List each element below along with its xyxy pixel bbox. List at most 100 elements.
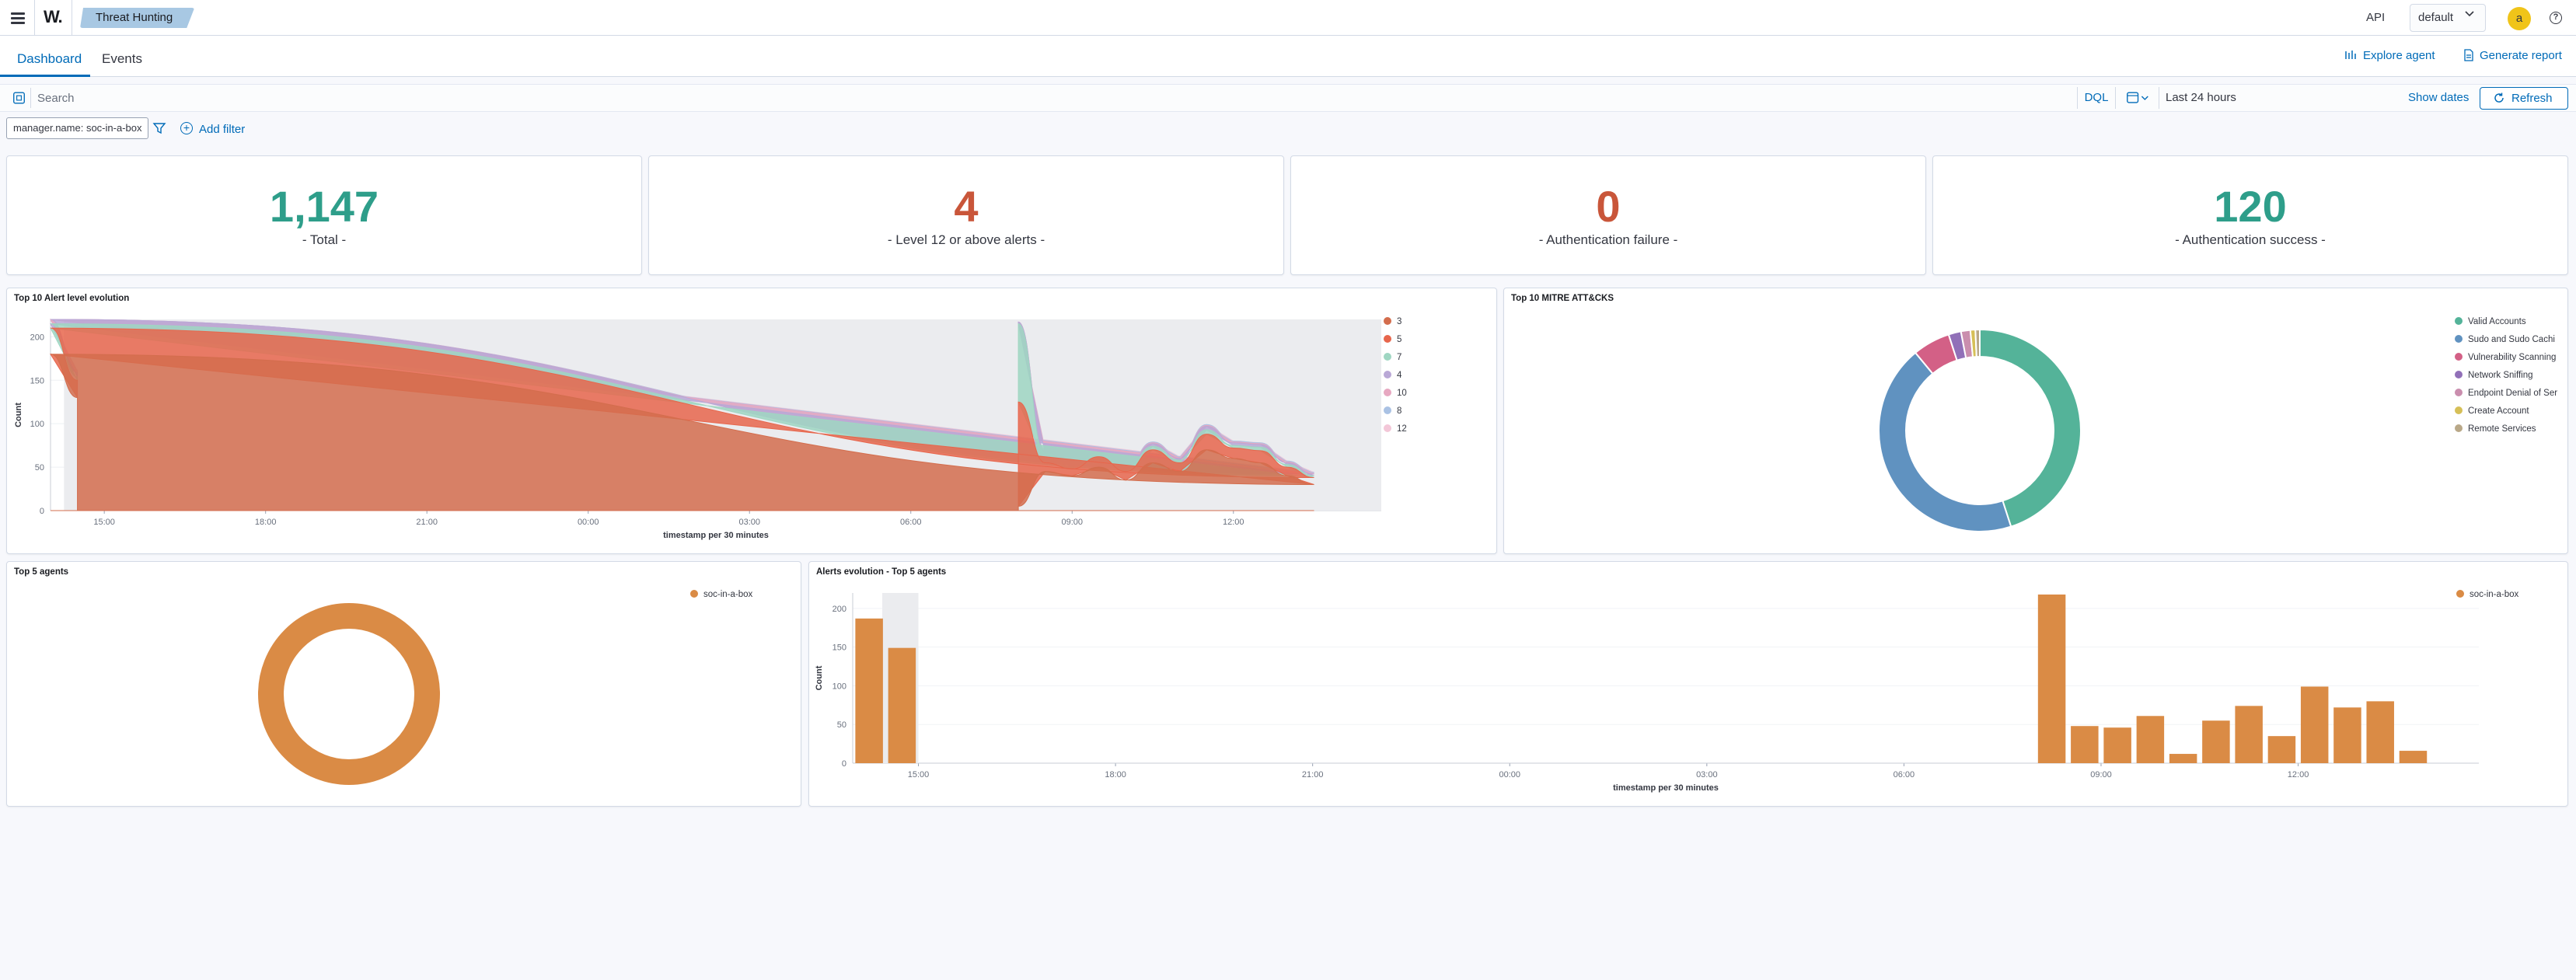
bar[interactable]	[2399, 751, 2428, 763]
legend-swatch[interactable]	[1384, 335, 1391, 343]
legend-swatch[interactable]	[690, 590, 698, 598]
legend-label[interactable]: Network Sniffing	[2468, 371, 2533, 380]
tab-events[interactable]: Events	[102, 51, 142, 67]
metric-label: - Level 12 or above alerts -	[887, 232, 1045, 247]
legend-label[interactable]: Create Account	[2468, 406, 2529, 416]
legend-label[interactable]: 7	[1397, 353, 1401, 362]
add-filter-button[interactable]: Add filter	[199, 123, 245, 136]
legend-swatch[interactable]	[2455, 317, 2463, 325]
x-tick-label: 00:00	[578, 518, 599, 527]
query-language-toggle[interactable]: DQL	[2077, 87, 2116, 109]
x-tick-label: 09:00	[1061, 518, 1083, 527]
show-dates-button[interactable]: Show dates	[2408, 91, 2469, 104]
legend-label[interactable]: Sudo and Sudo Cachi	[2468, 335, 2555, 344]
legend-swatch[interactable]	[1384, 406, 1391, 414]
legend-swatch[interactable]	[2455, 353, 2463, 361]
time-range-display[interactable]: Last 24 hours	[2166, 91, 2236, 104]
legend-swatch[interactable]	[2455, 424, 2463, 432]
api-link[interactable]: API	[2366, 11, 2385, 24]
filter-options-icon[interactable]	[152, 121, 166, 135]
alerts-evolution-bar-chart[interactable]: 0 50 100 150 200 15:00 18:00 21:00 00:00 03:00 06:…	[809, 562, 2569, 807]
tab-dashboard[interactable]: Dashboard	[17, 51, 82, 67]
donut-slice[interactable]	[1979, 328, 2082, 528]
x-axis-title: timestamp per 30 minutes	[663, 531, 769, 540]
bar[interactable]	[2136, 716, 2165, 763]
x-tick-label: 06:00	[1894, 770, 1915, 779]
legend-swatch[interactable]	[2455, 335, 2463, 343]
legend-label[interactable]: Remote Services	[2468, 424, 2536, 434]
filter-pill[interactable]: manager.name: soc-in-a-box	[6, 117, 149, 139]
bar[interactable]	[2071, 726, 2099, 763]
y-tick-label: 150	[832, 643, 846, 653]
metric-panel-total: 1,147 - Total -	[6, 155, 642, 275]
bar[interactable]	[2103, 727, 2131, 763]
bar[interactable]	[2169, 754, 2197, 763]
legend-label[interactable]: 4	[1397, 371, 1402, 380]
app-logo[interactable]: W.	[44, 7, 63, 27]
legend-swatch[interactable]	[2455, 406, 2463, 414]
explore-agent-button[interactable]: Explore agent	[2363, 49, 2435, 62]
menu-icon[interactable]	[9, 9, 26, 26]
search-input[interactable]	[37, 88, 2058, 108]
legend-swatch[interactable]	[2456, 590, 2464, 598]
legend-swatch[interactable]	[1384, 371, 1391, 378]
bar[interactable]	[2366, 701, 2394, 763]
bar[interactable]	[2300, 686, 2329, 763]
metric-value: 120	[2214, 182, 2287, 231]
alert-level-evolution-panel: Top 10 Alert level evolution 0 50 100 150 20…	[6, 288, 1497, 554]
legend-label[interactable]: Vulnerability Scanning	[2468, 353, 2556, 362]
metric-label: - Authentication failure -	[1538, 232, 1678, 247]
bar[interactable]	[855, 618, 883, 763]
bar[interactable]	[2202, 720, 2230, 763]
y-tick-label: 200	[30, 333, 44, 342]
legend-swatch[interactable]	[1384, 424, 1391, 432]
legend-swatch[interactable]	[1384, 317, 1391, 325]
x-axis-title: timestamp per 30 minutes	[1613, 783, 1719, 793]
bar[interactable]	[2037, 594, 2066, 763]
tenant-value: default	[2418, 11, 2454, 24]
alerts-evolution-panel: Alerts evolution - Top 5 agents 0 50 100 15…	[808, 561, 2568, 807]
x-tick-label: 21:00	[1302, 770, 1324, 779]
legend-swatch[interactable]	[2455, 371, 2463, 378]
mitre-donut-chart[interactable]: Valid Accounts Sudo and Sudo Cachi Vulnera…	[1504, 288, 2569, 555]
legend-swatch[interactable]	[1384, 353, 1391, 361]
metric-panel-auth-failure: 0 - Authentication failure -	[1290, 155, 1926, 275]
legend-label[interactable]: 8	[1397, 406, 1401, 416]
calendar-icon[interactable]	[2119, 87, 2159, 109]
bar[interactable]	[888, 647, 916, 763]
generate-report-button[interactable]: Generate report	[2480, 49, 2562, 62]
bar[interactable]	[2333, 707, 2361, 763]
donut-slice[interactable]	[1878, 351, 2012, 532]
legend-swatch[interactable]	[1384, 389, 1391, 396]
tenant-select[interactable]: default	[2410, 4, 2486, 32]
legend-label[interactable]: 3	[1397, 317, 1401, 326]
y-tick-label: 0	[40, 507, 44, 516]
legend-label[interactable]: soc-in-a-box	[2470, 590, 2519, 599]
y-tick-label: 150	[30, 376, 44, 385]
metric-value: 0	[1596, 182, 1621, 231]
bar[interactable]	[2267, 736, 2296, 763]
breadcrumb-threat-hunting[interactable]: Threat Hunting	[80, 8, 194, 28]
legend-label[interactable]: 12	[1397, 424, 1407, 434]
metric-label: - Total -	[302, 232, 347, 247]
header-divider	[34, 0, 35, 36]
y-axis-title: Count	[815, 665, 824, 690]
legend-label[interactable]: Endpoint Denial of Ser	[2468, 389, 2557, 398]
metric-value: 4	[954, 182, 979, 231]
top-agents-donut-chart[interactable]: soc-in-a-box	[7, 562, 802, 807]
user-avatar[interactable]: a	[2508, 7, 2531, 30]
legend-label[interactable]: Valid Accounts	[2468, 317, 2526, 326]
saved-query-icon[interactable]	[8, 88, 31, 108]
explore-agent-icon	[2345, 51, 2356, 59]
legend-label[interactable]: 10	[1397, 389, 1407, 398]
bar[interactable]	[2235, 706, 2263, 763]
donut-slice[interactable]	[258, 603, 440, 785]
y-tick-label: 100	[30, 420, 44, 429]
donut-slice[interactable]	[1974, 328, 1981, 358]
legend-label[interactable]: soc-in-a-box	[703, 590, 753, 599]
legend-swatch[interactable]	[2455, 389, 2463, 396]
help-icon[interactable]: ?	[2550, 12, 2562, 24]
legend-label[interactable]: 5	[1397, 335, 1401, 344]
x-tick-label: 15:00	[908, 770, 930, 779]
alert-level-area-chart[interactable]: 0 50 100 150 200 15:00 18:00 21:00 00:00 03:00 06:…	[7, 288, 1498, 555]
